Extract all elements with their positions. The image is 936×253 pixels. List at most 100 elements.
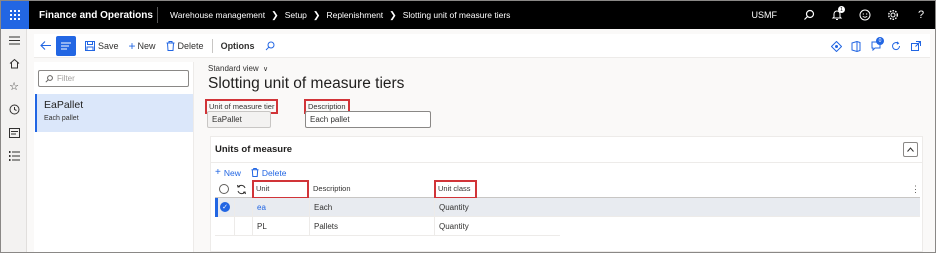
page-title: Slotting unit of measure tiers: [208, 75, 405, 92]
home-icon[interactable]: [1, 52, 27, 75]
search-icon: [45, 74, 53, 83]
filter-input[interactable]: Filter: [38, 70, 189, 87]
top-bar-actions: USMF 1 ?: [752, 1, 936, 29]
breadcrumb: Warehouse management ❯ Setup ❯ Replenish…: [170, 10, 510, 21]
breadcrumb-item[interactable]: Replenishment: [326, 10, 383, 20]
open-new-window-icon[interactable]: [906, 34, 926, 58]
workspaces-icon[interactable]: [1, 121, 27, 144]
chevron-right-icon: ❯: [312, 9, 321, 20]
plus-icon: +: [215, 167, 221, 178]
action-pane-right: 0: [826, 34, 926, 58]
chevron-up-icon: [907, 147, 914, 152]
units-grid: Unit Description Unit class ⋮ ✓ ea Each: [215, 180, 920, 236]
row-select-radio[interactable]: ✓: [220, 202, 230, 212]
smiley-feedback-icon[interactable]: [851, 1, 879, 29]
list-view-button[interactable]: [56, 35, 76, 56]
details-pane: Standard view ∨ Slotting unit of measure…: [201, 62, 932, 252]
power-apps-icon[interactable]: [826, 34, 846, 58]
attachments-icon[interactable]: 0: [866, 34, 886, 58]
waffle-icon: [10, 10, 20, 20]
unit-class-cell[interactable]: Quantity: [439, 203, 469, 212]
modules-list-icon[interactable]: [1, 144, 27, 167]
list-item-subtitle: Each pallet: [44, 115, 79, 122]
recent-clock-icon[interactable]: [1, 98, 27, 121]
description-cell[interactable]: Each: [314, 203, 332, 212]
save-button[interactable]: Save: [80, 34, 124, 58]
help-icon[interactable]: ?: [907, 1, 935, 29]
breadcrumb-item[interactable]: Setup: [285, 10, 307, 20]
divider: [157, 7, 158, 23]
search-icon: [265, 41, 275, 50]
unit-cell[interactable]: PL: [257, 222, 267, 231]
hamburger-menu-icon[interactable]: [1, 29, 27, 52]
new-label: New: [137, 40, 156, 51]
save-label: Save: [98, 40, 119, 51]
selection-indicator: [215, 198, 218, 217]
description-field[interactable]: Each pallet: [305, 111, 431, 128]
delete-button[interactable]: Delete: [161, 34, 209, 58]
new-button[interactable]: + New: [124, 34, 161, 58]
app-name[interactable]: Finance and Operations: [39, 10, 157, 21]
trash-icon: [166, 40, 175, 51]
fasttab-title[interactable]: Units of measure: [215, 144, 292, 155]
app-launcher-button[interactable]: [1, 1, 29, 29]
divider: [252, 198, 253, 217]
list-icon: [61, 42, 71, 49]
table-row[interactable]: ✓ ea Each Quantity: [215, 198, 920, 217]
top-bar: Finance and Operations Warehouse managem…: [1, 1, 935, 29]
select-all-radio[interactable]: [219, 184, 229, 194]
action-pane: Save + New Delete Options 0: [34, 34, 930, 58]
divider: [234, 198, 235, 217]
unit-column-highlight: [252, 180, 309, 199]
table-row[interactable]: PL Pallets Quantity: [215, 217, 560, 236]
favorites-star-icon[interactable]: ☆: [1, 75, 27, 98]
divider: [234, 217, 235, 236]
filter-placeholder: Filter: [57, 74, 75, 83]
plus-icon: +: [128, 38, 136, 53]
list-item-title: EaPallet: [44, 99, 84, 111]
tier-field[interactable]: EaPallet: [207, 111, 271, 128]
left-navigation: ☆: [1, 29, 27, 252]
view-name: Standard view: [208, 64, 259, 73]
back-button[interactable]: [34, 34, 56, 58]
notification-count: 1: [838, 6, 845, 13]
grid-delete-label: Delete: [261, 167, 287, 178]
notifications-bell-icon[interactable]: 1: [823, 1, 851, 29]
description-cell[interactable]: Pallets: [314, 222, 338, 231]
divider: [434, 217, 435, 236]
refresh-icon[interactable]: [886, 34, 906, 58]
action-search-button[interactable]: [260, 34, 280, 58]
grid-new-label: New: [223, 167, 241, 178]
more-options-icon[interactable]: ⋮: [911, 184, 920, 195]
grid-delete-button[interactable]: Delete: [251, 167, 287, 178]
list-item[interactable]: EaPallet Each pallet: [35, 94, 193, 132]
collapse-button[interactable]: [903, 142, 918, 157]
list-pane: Filter EaPallet Each pallet: [34, 62, 194, 252]
chevron-right-icon: ❯: [271, 9, 279, 20]
save-icon: [85, 40, 95, 51]
grid-new-button[interactable]: + New: [215, 167, 241, 178]
gear-icon[interactable]: [879, 1, 907, 29]
divider: [309, 198, 310, 217]
refresh-icon[interactable]: [236, 184, 247, 195]
column-header-description[interactable]: Description: [313, 184, 351, 193]
view-selector[interactable]: Standard view ∨: [208, 64, 268, 73]
unit-cell[interactable]: ea: [257, 203, 266, 212]
breadcrumb-item[interactable]: Warehouse management: [170, 10, 265, 20]
divider: [211, 38, 213, 53]
divider: [309, 217, 310, 236]
unit-class-column-highlight: [434, 180, 477, 199]
search-icon[interactable]: [795, 1, 823, 29]
app-window: Finance and Operations Warehouse managem…: [0, 0, 936, 253]
delete-label: Delete: [177, 40, 204, 51]
chevron-down-icon: ∨: [262, 66, 269, 73]
options-tab[interactable]: Options: [216, 34, 260, 58]
company-selector[interactable]: USMF: [752, 10, 778, 20]
breadcrumb-item[interactable]: Slotting unit of measure tiers: [403, 10, 511, 20]
chevron-right-icon: ❯: [389, 9, 397, 20]
grid-toolbar: + New Delete: [215, 167, 296, 178]
units-of-measure-fasttab: Units of measure + New Delete Unit Descr…: [210, 136, 923, 252]
unit-class-cell[interactable]: Quantity: [439, 222, 469, 231]
divider: [211, 162, 922, 163]
office-icon[interactable]: [846, 34, 866, 58]
